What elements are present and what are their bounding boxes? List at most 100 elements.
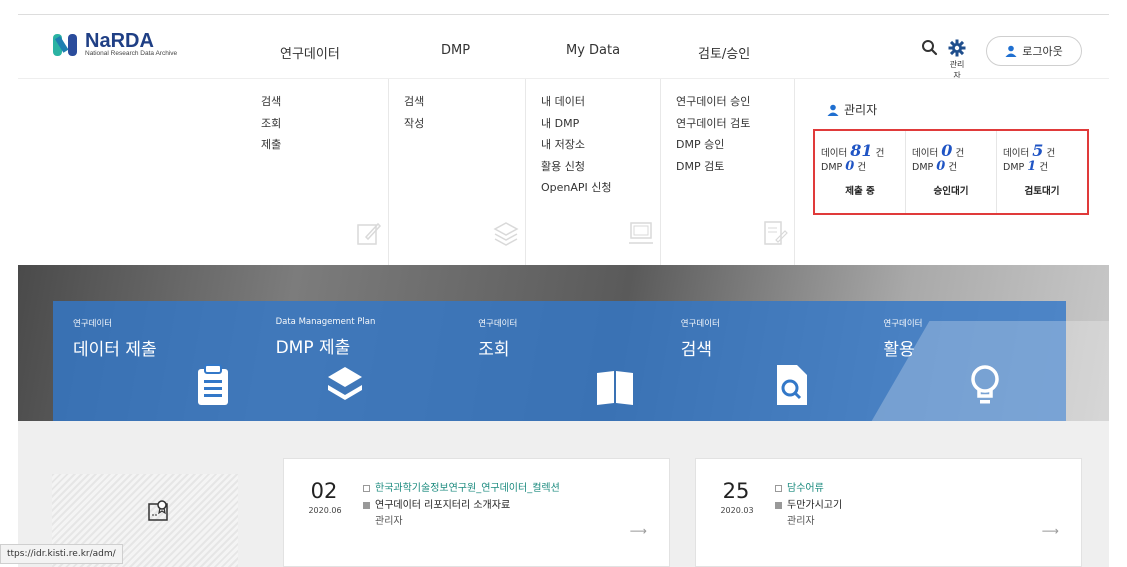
tile-title: 검색 [680,340,713,360]
menu-item-dmp-review[interactable]: DMP 검토 [676,158,794,180]
stat-unit: 건 [1046,148,1056,159]
tile-data-submit[interactable]: 연구데이터 데이터 제출 [53,301,256,421]
stat-caption: 제출 중 [845,186,875,197]
menu-item-submit[interactable]: 제출 [261,136,388,158]
book-icon [596,371,633,405]
document-edit-icon [764,221,788,245]
notice-author: 관리자 [787,516,815,527]
certificate-icon [148,500,168,521]
admin-panel-title-label: 관리자 [844,103,878,117]
stat-pending-review[interactable]: 데이터 5 건 DMP 1 건 검토대기 [997,131,1087,213]
menu-item-my-data[interactable]: 내 데이터 [541,93,660,115]
user-icon [1005,45,1017,57]
tile-title: 활용 [883,340,915,360]
stat-unit: 건 [875,148,885,159]
logo[interactable]: NaRDA National Research Data Archive [53,30,178,58]
quick-tiles: 연구데이터 데이터 제출 Data Management Plan DMP 제출… [53,301,1066,421]
tile-sub: 연구데이터 [73,319,113,329]
stat-caption: 승인대기 [933,186,969,197]
notice-card[interactable]: 02 2020.06 한국과학기술정보연구원_연구데이터_컬렉션 연구데이터 리… [283,458,670,567]
header: NaRDA National Research Data Archive 연구데… [18,14,1109,80]
menu-item-data-approval[interactable]: 연구데이터 승인 [676,93,794,115]
logo-mark-icon [53,32,79,58]
menu-item-openapi-request[interactable]: OpenAPI 신청 [541,179,660,201]
menu-column-my-data: 내 데이터 내 DMP 내 저장소 활용 신청 OpenAPI 신청 [526,79,661,266]
menu-item-my-dmp[interactable]: 내 DMP [541,115,660,137]
monitor-icon [629,222,653,244]
stat-dmp-label: DMP [1003,162,1025,173]
stat-dmp-count: 1 [1027,159,1037,174]
layers-icon [493,222,519,246]
arrow-right-icon[interactable]: ⟶ [630,524,647,538]
stat-data-label: 데이터 [821,148,848,159]
stat-submitting[interactable]: 데이터 81 건 DMP 0 건 제출 중 [815,131,906,213]
stat-data-count: 5 [1032,141,1044,160]
stat-unit: 건 [948,162,958,173]
stat-dmp-count: 0 [936,159,946,174]
menu-item-search[interactable]: 검색 [261,93,388,115]
notice-day: 02 [310,479,338,503]
stat-data-label: 데이터 [1003,148,1030,159]
menu-item-dmp-search[interactable]: 검색 [404,93,525,115]
nav-my-data[interactable]: My Data [566,43,620,58]
menu-item-view[interactable]: 조회 [261,115,388,137]
tile-sub: 연구데이터 [680,319,720,329]
stat-data-count: 81 [850,141,873,160]
tile-sub: 연구데이터 [478,319,518,329]
tile-utilize[interactable]: 연구데이터 활용 [863,301,1066,421]
doc-search-icon [777,365,808,405]
logo-name: NaRDA [85,30,154,52]
tile-title: 데이터 제출 [73,340,157,360]
tile-sub: 연구데이터 [883,319,923,329]
nav-research-data[interactable]: 연구데이터 [280,43,340,62]
menu-column-dmp: 검색 작성 [389,79,526,266]
admin-stats-box: 데이터 81 건 DMP 0 건 제출 중 데이터 0 건 DMP 0 건 승인… [813,129,1089,215]
admin-button[interactable]: 관리자 [946,39,968,80]
status-url: ttps://idr.kisti.re.kr/adm/ [0,544,123,564]
notice-title[interactable]: 두만가시고기 [775,496,842,511]
menu-item-dmp-approval[interactable]: DMP 승인 [676,136,794,158]
mega-menu: 검색 조회 제출 검색 작성 내 데이터 내 DMP 내 저장소 활용 신청 O… [18,78,1109,266]
nav-dmp[interactable]: DMP [441,43,470,58]
search-icon[interactable] [921,39,939,57]
stat-dmp-label: DMP [821,162,843,173]
menu-item-usage-request[interactable]: 활용 신청 [541,158,660,180]
stat-dmp-count: 0 [845,159,855,174]
menu-column-review: 연구데이터 승인 연구데이터 검토 DMP 승인 DMP 검토 [661,79,795,266]
admin-panel-title: 관리자 [827,101,877,118]
arrow-right-icon[interactable]: ⟶ [1042,524,1059,538]
notice-category[interactable]: 담수어류 [775,479,824,494]
stat-unit: 건 [857,162,867,173]
menu-item-data-review[interactable]: 연구데이터 검토 [676,115,794,137]
logout-button[interactable]: 로그아웃 [986,36,1082,66]
tile-view[interactable]: 연구데이터 조회 [458,301,661,421]
notice-date: 2020.03 [720,506,754,515]
notice-day: 25 [722,479,750,503]
edit-icon [357,222,382,245]
tile-search[interactable]: 연구데이터 검색 [660,301,864,421]
user-icon [827,104,839,116]
menu-item-dmp-create[interactable]: 작성 [404,115,525,137]
tile-title: 조회 [478,340,510,360]
stat-dmp-label: DMP [912,162,934,173]
clipboard-icon [197,364,228,405]
tile-title: DMP 제출 [275,338,351,358]
logo-tagline: National Research Data Archive [85,50,178,57]
stat-data-label: 데이터 [912,148,939,159]
stat-unit: 건 [1039,162,1049,173]
layers-icon [328,367,363,400]
logout-label: 로그아웃 [1022,45,1063,58]
stat-pending-approval[interactable]: 데이터 0 건 DMP 0 건 승인대기 [906,131,997,213]
notice-card[interactable]: 25 2020.03 담수어류 두만가시고기 관리자 ⟶ [695,458,1082,567]
stat-data-count: 0 [941,141,953,160]
tile-dmp-submit[interactable]: Data Management Plan DMP 제출 [255,301,459,421]
nav-review-approval[interactable]: 검토/승인 [698,43,750,62]
notice-category[interactable]: 한국과학기술정보연구원_연구데이터_컬렉션 [363,479,560,494]
menu-item-my-storage[interactable]: 내 저장소 [541,136,660,158]
tile-sub: Data Management Plan [275,317,376,327]
stat-unit: 건 [955,148,965,159]
content-area: 02 2020.06 한국과학기술정보연구원_연구데이터_컬렉션 연구데이터 리… [18,421,1109,567]
notice-title[interactable]: 연구데이터 리포지터리 소개자료 [363,496,510,511]
lightbulb-icon [971,365,999,404]
menu-column-research-data: 검색 조회 제출 [246,79,389,266]
